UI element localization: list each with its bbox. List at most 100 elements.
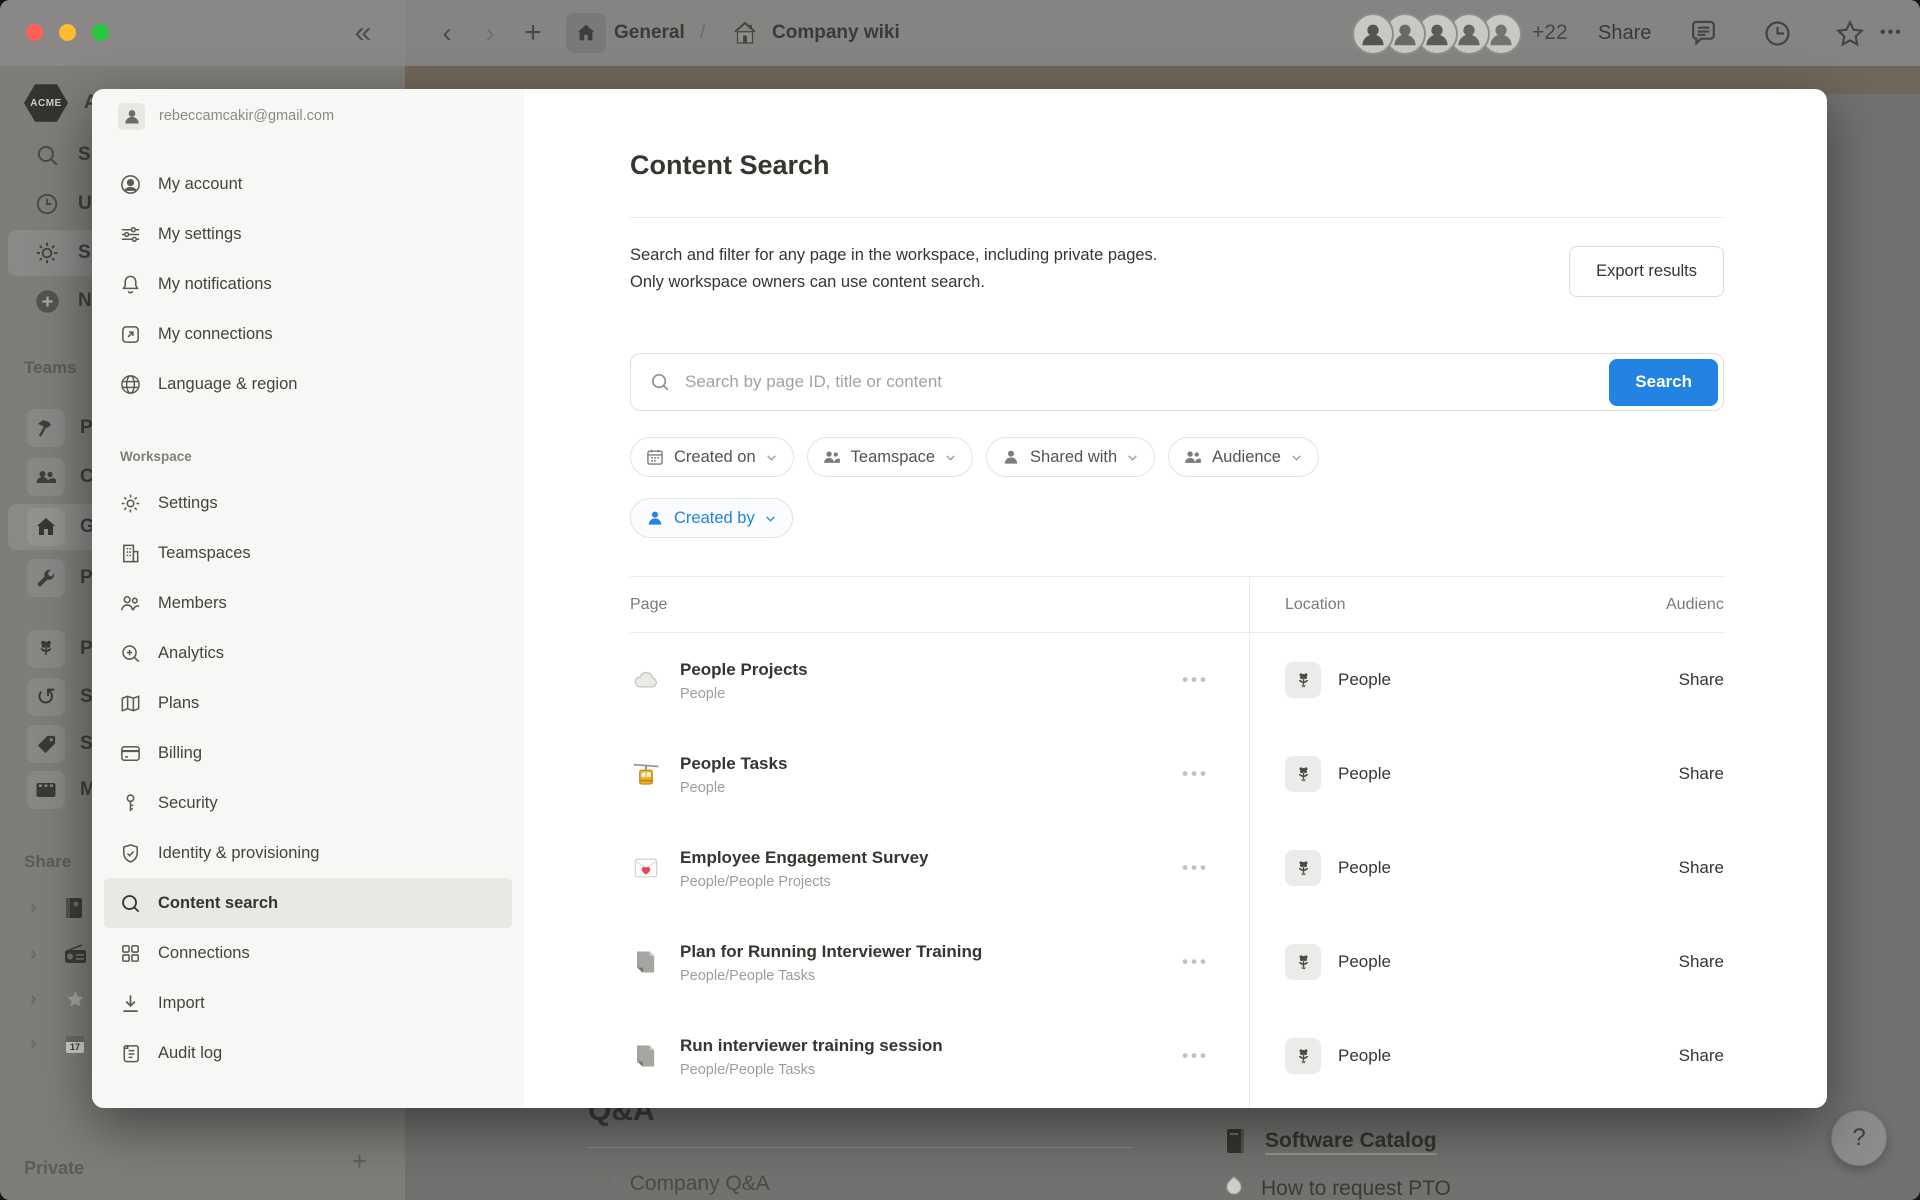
menu-item-my-settings[interactable]: My settings	[92, 209, 512, 259]
share-button[interactable]: Share	[1598, 0, 1651, 66]
page-title[interactable]: People Projects	[680, 659, 808, 681]
page-description: Search and filter for any page in the wo…	[630, 242, 1157, 296]
more-options-icon[interactable]: •••	[1880, 0, 1903, 66]
menu-item-analytics[interactable]: Analytics	[92, 628, 512, 678]
location-label: People	[1338, 670, 1391, 690]
search-icon	[118, 892, 142, 915]
chevron-right-icon[interactable]: ›	[30, 988, 37, 1011]
updates-clock-icon[interactable]	[1762, 18, 1793, 49]
background-company-qa-link[interactable]: ? Company Q&A	[600, 1172, 770, 1196]
add-private-page-icon[interactable]: +	[352, 1146, 367, 1177]
row-menu-icon[interactable]: •••	[1182, 670, 1209, 690]
menu-item-connections[interactable]: Connections	[92, 928, 512, 978]
menu-item-settings[interactable]: Settings	[92, 478, 512, 528]
table-row[interactable]: Plan for Running Interviewer Training Pe…	[630, 915, 1724, 1009]
key-icon	[118, 792, 142, 815]
menu-item-content-search[interactable]: Content search	[104, 878, 512, 928]
collapse-sidebar-icon[interactable]: «	[346, 0, 380, 66]
menu-item-my-notifications[interactable]: My notifications	[92, 259, 512, 309]
menu-item-billing[interactable]: Billing	[92, 728, 512, 778]
row-menu-icon[interactable]: •••	[1182, 952, 1209, 972]
avatar-overflow-count[interactable]: +22	[1532, 0, 1568, 66]
audience-value: Share	[1666, 1046, 1724, 1066]
menu-item-label: My notifications	[158, 275, 272, 294]
breadcrumb-separator: /	[700, 0, 705, 66]
maximize-window-button[interactable]	[92, 24, 109, 41]
teamspace-flower-icon	[1285, 944, 1321, 980]
menu-item-members[interactable]: Members	[92, 578, 512, 628]
close-window-button[interactable]	[26, 24, 43, 41]
chevron-down-icon	[944, 451, 957, 464]
page-title[interactable]: People Tasks	[680, 753, 787, 775]
page-house-icon	[730, 18, 760, 48]
filter-created-by-active[interactable]: Created by	[630, 498, 793, 538]
flower-icon	[27, 630, 65, 668]
settings-modal: rebeccamcakir@gmail.com My account My se…	[92, 89, 1827, 1108]
menu-item-import[interactable]: Import	[92, 978, 512, 1028]
filter-shared-with[interactable]: Shared with	[986, 437, 1155, 477]
menu-item-identity-provisioning[interactable]: Identity & provisioning	[92, 828, 512, 878]
gear-icon	[32, 240, 62, 266]
filter-teamspace[interactable]: Teamspace	[807, 437, 973, 477]
page-title[interactable]: Run interviewer training session	[680, 1035, 943, 1057]
page-title[interactable]: Employee Engagement Survey	[680, 847, 928, 869]
background-request-pto-link[interactable]: How to request PTO	[1224, 1176, 1451, 1200]
chevron-right-icon[interactable]: ›	[30, 1033, 37, 1056]
audience-value: Share	[1666, 670, 1724, 690]
breadcrumb-section[interactable]: General	[614, 0, 685, 66]
menu-item-teamspaces[interactable]: Teamspaces	[92, 528, 512, 578]
person-icon	[645, 508, 665, 528]
divider	[630, 217, 1724, 218]
menu-item-label: Import	[158, 994, 205, 1013]
screen: Q&A ? Company Q&A Software Catalog How t…	[0, 0, 1920, 1200]
menu-item-my-account[interactable]: My account	[92, 159, 512, 209]
filter-audience[interactable]: Audience	[1168, 437, 1319, 477]
column-header-location[interactable]: Location	[1249, 596, 1666, 614]
menu-item-label: Language & region	[158, 375, 297, 394]
column-header-page[interactable]: Page	[630, 596, 1249, 614]
building-icon	[118, 542, 142, 565]
audience-value: Share	[1666, 764, 1724, 784]
chevron-right-icon[interactable]: ›	[30, 943, 37, 966]
row-menu-icon[interactable]: •••	[1182, 858, 1209, 878]
filter-created-on[interactable]: Created on	[630, 437, 794, 477]
favorite-star-icon[interactable]	[1834, 18, 1866, 50]
help-button[interactable]: ?	[1831, 1110, 1887, 1166]
page-path: People/People Tasks	[680, 968, 982, 984]
table-row[interactable]: People Projects People ••• People Share	[630, 633, 1724, 727]
search-input[interactable]	[683, 371, 1609, 393]
menu-item-security[interactable]: Security	[92, 778, 512, 828]
minimize-window-button[interactable]	[59, 24, 76, 41]
menu-item-my-connections[interactable]: My connections	[92, 309, 512, 359]
page-icon	[630, 948, 662, 976]
star-icon	[63, 987, 88, 1012]
avatar[interactable]	[1352, 13, 1394, 55]
filter-label: Created by	[674, 509, 755, 528]
settings-sidebar: rebeccamcakir@gmail.com My account My se…	[92, 89, 524, 1108]
menu-item-audit-log[interactable]: Audit log	[92, 1028, 512, 1078]
forward-icon[interactable]: ›	[473, 0, 507, 66]
search-bar[interactable]: Search	[630, 353, 1724, 411]
page-title[interactable]: Plan for Running Interviewer Training	[680, 941, 982, 963]
export-results-button[interactable]: Export results	[1569, 246, 1724, 297]
menu-item-language-region[interactable]: Language & region	[92, 359, 512, 409]
filter-label: Teamspace	[851, 448, 935, 467]
table-row[interactable]: Employee Engagement Survey People/People…	[630, 821, 1724, 915]
location-label: People	[1338, 764, 1391, 784]
back-icon[interactable]: ‹	[430, 0, 464, 66]
table-row[interactable]: Run interviewer training session People/…	[630, 1009, 1724, 1103]
chevron-right-icon[interactable]: ›	[30, 897, 37, 920]
search-button[interactable]: Search	[1609, 359, 1718, 406]
column-header-audience[interactable]: Audience	[1666, 596, 1724, 614]
menu-item-plans[interactable]: Plans	[92, 678, 512, 728]
window-titlebar: « ‹ › + General / Company wiki +22 Share	[0, 0, 1920, 66]
background-software-catalog-link[interactable]: Software Catalog	[1224, 1128, 1437, 1154]
comments-icon[interactable]	[1688, 18, 1719, 49]
table-header: Page Location Audience	[630, 576, 1724, 633]
new-tab-icon[interactable]: +	[516, 0, 550, 66]
breadcrumb-home-icon[interactable]	[566, 13, 606, 53]
breadcrumb-page-title[interactable]: Company wiki	[772, 0, 900, 66]
row-menu-icon[interactable]: •••	[1182, 764, 1209, 784]
row-menu-icon[interactable]: •••	[1182, 1046, 1209, 1066]
table-row[interactable]: People Tasks People ••• People Share	[630, 727, 1724, 821]
